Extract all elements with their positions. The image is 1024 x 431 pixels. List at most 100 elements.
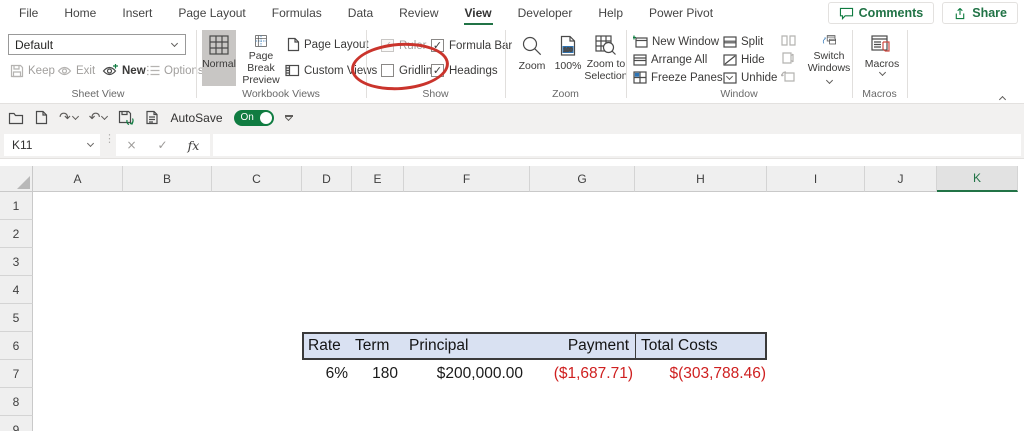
new-file-button[interactable] [35, 110, 48, 125]
reset-window-position-button[interactable] [781, 70, 796, 82]
cell-g7[interactable]: ($1,687.71) [530, 360, 635, 388]
row-header-2[interactable]: 2 [0, 220, 33, 248]
row-header-7[interactable]: 7 [0, 360, 33, 388]
cell-f6[interactable]: Principal [404, 334, 530, 358]
page-layout-view-button[interactable]: Page Layout [287, 37, 369, 52]
column-header-h[interactable]: H [635, 166, 767, 192]
column-header-j[interactable]: J [865, 166, 937, 192]
formula-bar-checkbox-row[interactable]: Formula Bar [431, 39, 512, 52]
print-preview-button[interactable] [145, 110, 159, 125]
cb-headings[interactable] [431, 64, 444, 77]
split-button[interactable]: Split [723, 34, 763, 49]
switch-windows-button[interactable]: Switch Windows [804, 30, 854, 86]
row-header-5[interactable]: 5 [0, 304, 33, 332]
view-side-by-side-button[interactable] [781, 34, 796, 46]
quick-access-toolbar: ↷ ↶ AutoSave On [0, 104, 1024, 131]
headings-checkbox-row[interactable]: Headings [431, 64, 498, 77]
column-header-f[interactable]: F [404, 166, 530, 192]
save-button[interactable] [118, 110, 135, 125]
new-window-button[interactable]: New Window [633, 34, 719, 49]
autosave-toggle[interactable]: On [233, 109, 274, 126]
arrange-all-button[interactable]: Arrange All [633, 52, 707, 67]
zoom-button[interactable]: Zoom [513, 30, 551, 86]
tab-developer[interactable]: Developer [505, 0, 586, 27]
cell-e6[interactable]: Term [352, 334, 404, 358]
cell-g6[interactable]: Payment [530, 334, 635, 358]
open-file-button[interactable] [8, 111, 24, 125]
column-header-k-selected[interactable]: K [937, 166, 1018, 192]
window-group-label: Window [720, 88, 758, 100]
column-header-i[interactable]: I [767, 166, 865, 192]
sheet-view-options-button[interactable]: Options [146, 63, 204, 78]
row-header-1[interactable]: 1 [0, 192, 33, 220]
enter-icon[interactable]: ✓ [147, 138, 178, 152]
hide-button[interactable]: Hide [723, 52, 765, 67]
ruler-checkbox[interactable] [381, 39, 394, 52]
name-box[interactable]: K11 [4, 134, 100, 156]
tab-home[interactable]: Home [51, 0, 109, 27]
row-header-3[interactable]: 3 [0, 248, 33, 276]
undo-button[interactable]: ↶ [89, 111, 109, 125]
column-headers: A B C D E F G H I J K [0, 166, 1024, 192]
insert-function-icon[interactable]: fx [178, 138, 209, 153]
formula-bar-resizer[interactable]: ⋮ [104, 134, 115, 145]
side-by-side-icon [781, 35, 796, 46]
cell-d7[interactable]: 6% [302, 360, 352, 388]
column-header-g[interactable]: G [530, 166, 635, 192]
zoom-selection-icon [595, 35, 616, 55]
custom-views-button[interactable]: Custom Views [285, 63, 377, 78]
tab-page-layout[interactable]: Page Layout [165, 0, 258, 27]
zoom-group-label: Zoom [552, 88, 579, 100]
column-header-d[interactable]: D [302, 166, 352, 192]
comments-button[interactable]: Comments [827, 2, 935, 24]
row-header-9[interactable]: 9 [0, 416, 33, 431]
page-break-preview-button[interactable]: Page Break Preview [238, 30, 284, 86]
tab-power-pivot[interactable]: Power Pivot [636, 0, 726, 27]
unhide-button[interactable]: Unhide [723, 70, 777, 85]
column-header-b[interactable]: B [123, 166, 212, 192]
formula-input[interactable] [213, 134, 1021, 156]
freeze-panes-button[interactable]: Freeze Panes [633, 70, 733, 85]
split-icon [723, 35, 737, 48]
tab-help[interactable]: Help [585, 0, 636, 27]
tab-review[interactable]: Review [386, 0, 451, 27]
column-header-e[interactable]: E [352, 166, 404, 192]
zoom-100-button[interactable]: 100 100% [551, 30, 585, 86]
row-header-8[interactable]: 8 [0, 388, 33, 416]
synchronous-scrolling-button[interactable] [781, 52, 796, 64]
zoom-to-selection-button[interactable]: Zoom to Selection [584, 30, 628, 86]
cell-e7[interactable]: 180 [352, 360, 404, 388]
macros-button[interactable]: Macros [860, 30, 904, 86]
tab-insert[interactable]: Insert [109, 0, 165, 27]
row-header-6[interactable]: 6 [0, 332, 33, 360]
reset-position-icon [781, 71, 795, 82]
table-header-row: Rate Term Principal Payment Total Costs [302, 332, 767, 360]
keep-sheet-view-button[interactable]: Keep [10, 63, 55, 78]
exit-sheet-view-button[interactable]: Exit [57, 63, 95, 78]
chevron-down-icon [878, 68, 886, 77]
macros-group-label: Macros [862, 88, 897, 100]
ruler-checkbox-row[interactable]: Ruler [381, 39, 426, 52]
tab-formulas[interactable]: Formulas [259, 0, 335, 27]
cell-h7[interactable]: $(303,788.46) [635, 360, 767, 388]
cb-formula-bar[interactable] [431, 39, 444, 52]
customize-qat-button[interactable] [284, 113, 293, 121]
select-all-corner[interactable] [0, 166, 33, 192]
redo-button[interactable]: ↷ [59, 111, 79, 125]
cell-d6[interactable]: Rate [304, 334, 352, 358]
column-header-a[interactable]: A [33, 166, 123, 192]
normal-view-button[interactable]: Normal [202, 30, 236, 86]
share-button[interactable]: Share [942, 2, 1018, 24]
cb-gridlines[interactable] [381, 64, 394, 77]
column-header-c[interactable]: C [212, 166, 302, 192]
cell-f7[interactable]: $200,000.00 [404, 360, 530, 388]
tab-view[interactable]: View [452, 0, 505, 27]
row-header-4[interactable]: 4 [0, 276, 33, 304]
tab-file[interactable]: File [6, 0, 51, 27]
cancel-icon[interactable]: × [116, 138, 147, 152]
new-sheet-view-button[interactable]: New [102, 63, 146, 78]
new-window-icon [633, 35, 648, 48]
sheet-view-selector[interactable]: Default [8, 34, 186, 55]
cell-h6[interactable]: Total Costs [635, 334, 765, 358]
tab-data[interactable]: Data [335, 0, 386, 27]
